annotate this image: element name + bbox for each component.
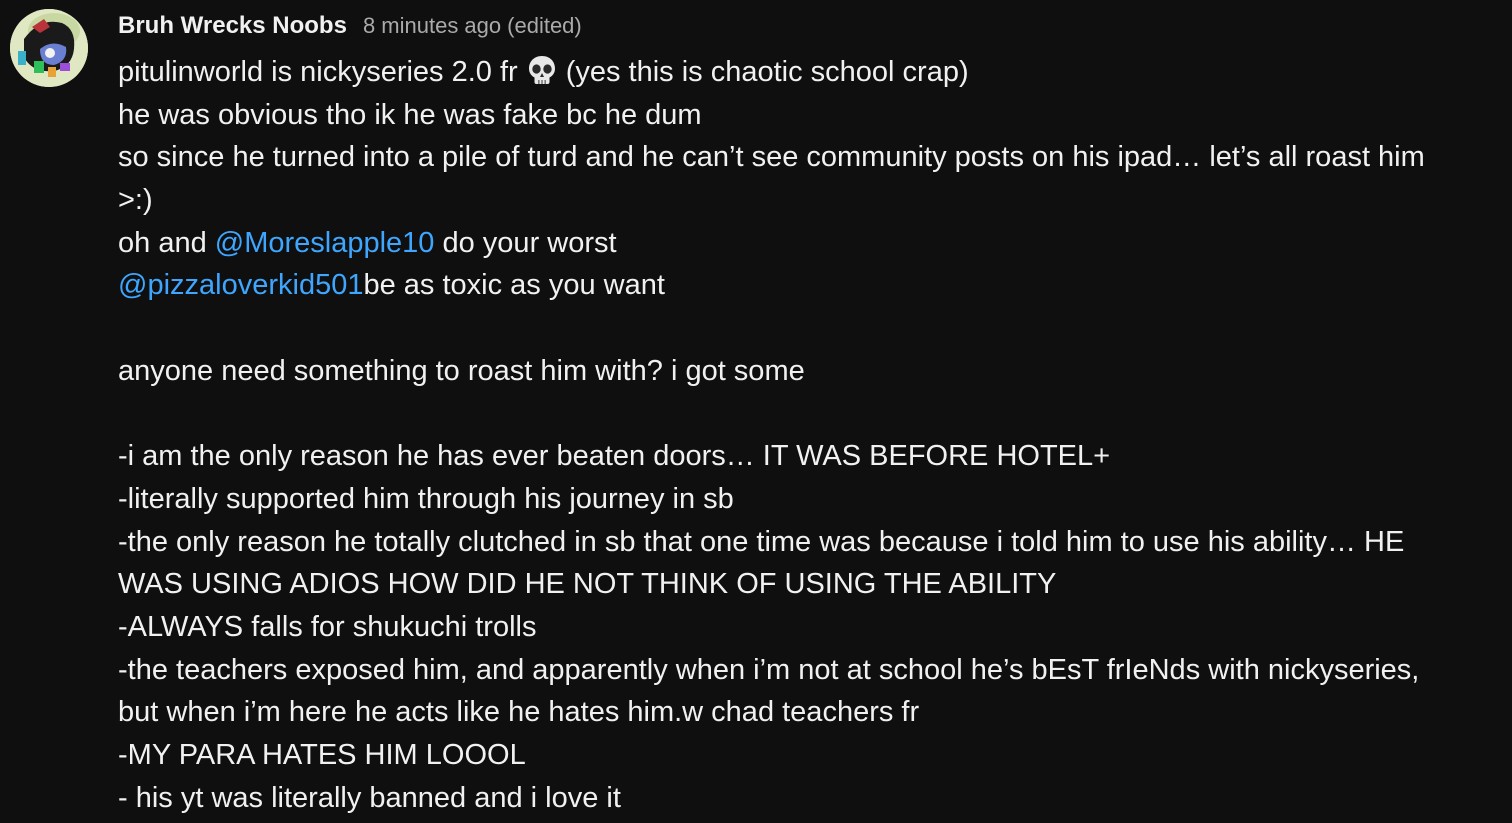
comment-line: WAS USING ADIOS HOW DID HE NOT THINK OF … (118, 563, 1512, 606)
mention-link-pizzaloverkid501[interactable]: @pizzaloverkid501 (118, 269, 363, 301)
comment-line: -the only reason he totally clutched in … (118, 521, 1512, 564)
comment-text: do your worst (434, 226, 617, 259)
comment-text: -MY PARA HATES HIM LOOOL (118, 739, 526, 771)
comment-line: -MY PARA HATES HIM LOOOL (118, 734, 1512, 777)
comment-line: >:) (118, 179, 1512, 222)
comment-line: pitulinworld is nickyseries 2.0 fr (yes t… (118, 51, 1512, 94)
comment-line: -i am the only reason he has ever beaten… (118, 435, 1512, 478)
comment-text: -i am the only reason he has ever beaten… (118, 440, 1111, 473)
comment-text: -the only reason he totally clutched in … (118, 525, 1405, 558)
comment-text: -literally supported him through his jou… (118, 482, 734, 515)
comment-line: oh and @Moreslapple10 do your worst (118, 222, 1512, 265)
comment-text: -the teachers exposed him, and apparentl… (118, 653, 1420, 686)
comment-line: @pizzaloverkid501be as toxic as you want (118, 264, 1512, 307)
edited-label: (edited) (507, 13, 582, 38)
comment-text: he was obvious tho ik he was fake bc he … (118, 98, 702, 131)
author-avatar[interactable] (10, 9, 88, 87)
comment-line: - his yt was literally banned and i love… (118, 777, 1512, 820)
comment-line: -literally supported him through his jou… (118, 478, 1512, 521)
comment-text: - his yt was literally banned and i love… (118, 781, 621, 814)
comment-text: oh and (118, 226, 215, 259)
comment-line: so since he turned into a pile of turd a… (118, 136, 1512, 179)
comment-text: WAS USING ADIOS HOW DID HE NOT THINK OF … (118, 568, 1057, 601)
comment-text: be as toxic as you want (363, 269, 665, 302)
comment-text: but when i’m here he acts like he hates … (118, 696, 920, 729)
comment-text: so since he turned into a pile of turd a… (118, 141, 1425, 174)
comment-line: -ALWAYS falls for shukuchi trolls (118, 606, 1512, 649)
comment-line: but when i’m here he acts like he hates … (118, 691, 1512, 734)
comment-thread: Bruh Wrecks Noobs 8 minutes ago (edited)… (0, 0, 1512, 823)
comment-text: (yes this is chaotic school crap) (565, 56, 969, 88)
comment-text: anyone need something to roast him with?… (118, 354, 805, 387)
mention-link-moreslapple10[interactable]: @Moreslapple10 (215, 227, 435, 259)
author-name[interactable]: Bruh Wrecks Noobs (118, 12, 347, 40)
comment-timestamp[interactable]: 8 minutes ago (363, 13, 501, 39)
comment-text: -ALWAYS falls for shukuchi trolls (118, 610, 537, 643)
comment-body: pitulinworld is nickyseries 2.0 fr (yes t… (118, 51, 1512, 819)
skull-emoji-icon (526, 54, 558, 86)
comment-text: pitulinworld is nickyseries 2.0 fr (118, 56, 518, 88)
comment-text: >:) (118, 184, 153, 217)
avatar-image (10, 9, 88, 87)
comment-line: -the teachers exposed him, and apparentl… (118, 649, 1512, 692)
comment-header: Bruh Wrecks Noobs 8 minutes ago (edited) (118, 9, 582, 43)
comment-line: he was obvious tho ik he was fake bc he … (118, 94, 1512, 137)
comment-line: anyone need something to roast him with?… (118, 350, 1512, 393)
